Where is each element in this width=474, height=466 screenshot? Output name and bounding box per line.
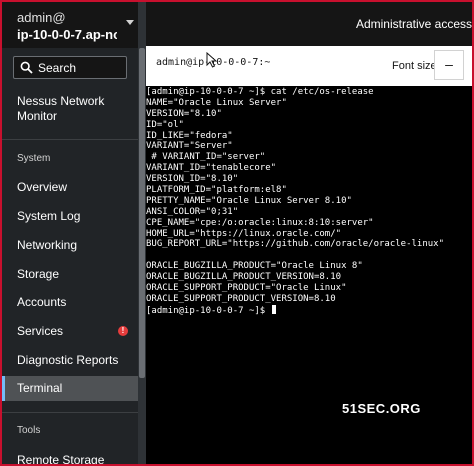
sidebar-item-nessus-network-monitor[interactable]: Nessus Network Monitor (2, 94, 112, 124)
sidebar: admin@ ip-10-0-0-7.ap-nort... Search Nes… (2, 2, 146, 464)
terminal-line: ANSI_COLOR="0;31" (146, 206, 239, 217)
search-placeholder: Search (38, 61, 77, 75)
font-decrease-button[interactable]: – (434, 50, 464, 80)
sidebar-item-terminal[interactable]: Terminal (2, 376, 138, 401)
mouse-pointer-icon (206, 52, 218, 68)
search-input[interactable]: Search (13, 56, 127, 79)
watermark: 51SEC.ORG (342, 401, 421, 416)
host-user: admin@ (17, 10, 66, 25)
terminal-line: PRETTY_NAME="Oracle Linux Server 8.10" (146, 195, 352, 206)
terminal-line: # VARIANT_ID="server" (146, 152, 266, 163)
chevron-down-icon[interactable] (126, 20, 134, 25)
section-tools: Tools (17, 425, 41, 436)
warning-badge-icon: ! (118, 326, 128, 336)
terminal-line: VARIANT_ID="tenablecore" (146, 163, 277, 174)
sidebar-divider (2, 139, 138, 140)
terminal-line: VARIANT="Server" (146, 141, 233, 152)
terminal-line: HOME_URL="https://linux.oracle.com/" (146, 228, 342, 239)
scrollbar-thumb[interactable] (139, 48, 145, 378)
host-switcher[interactable]: admin@ ip-10-0-0-7.ap-nort... (2, 2, 146, 48)
top-banner: Administrative access (146, 2, 472, 46)
sidebar-item-networking[interactable]: Networking (2, 238, 138, 252)
terminal-line: ORACLE_SUPPORT_PRODUCT="Oracle Linux" (146, 283, 347, 294)
terminal-line: ORACLE_BUGZILLA_PRODUCT="Oracle Linux 8" (146, 261, 363, 272)
terminal-line: ORACLE_BUGZILLA_PRODUCT_VERSION=8.10 (146, 272, 342, 283)
terminal-line: ORACLE_SUPPORT_PRODUCT_VERSION=8.10 (146, 293, 336, 304)
font-size-label: Font size (392, 60, 437, 72)
terminal-line: CPE_NAME="cpe:/o:oracle:linux:8:10:serve… (146, 217, 374, 228)
sidebar-item-diagnostic-reports[interactable]: Diagnostic Reports (2, 353, 138, 367)
sidebar-item-storage[interactable]: Storage (2, 267, 138, 281)
terminal-line: BUG_REPORT_URL="https://github.com/oracl… (146, 239, 445, 250)
administrative-access-toggle[interactable]: Administrative access (356, 17, 472, 31)
terminal-line: ID="ol" (146, 119, 184, 130)
terminal-screen[interactable]: [admin@ip-10-0-0-7 ~]$ cat /etc/os-relea… (146, 86, 472, 464)
terminal-line: NAME="Oracle Linux Server" (146, 97, 287, 108)
terminal-line: ID_LIKE="fedora" (146, 130, 233, 141)
terminal-cursor (271, 304, 276, 314)
host-name: ip-10-0-0-7.ap-nort... (17, 27, 117, 42)
sidebar-scrollbar[interactable] (138, 2, 146, 464)
terminal-line: VERSION="8.10" (146, 108, 222, 119)
terminal-line: VERSION_ID="8.10" (146, 174, 239, 185)
terminal-output: [admin@ip-10-0-0-7 ~]$ cat /etc/os-relea… (146, 87, 444, 316)
sidebar-item-accounts[interactable]: Accounts (2, 295, 138, 309)
section-system: System (17, 153, 51, 164)
terminal-line: [admin@ip-10-0-0-7 ~]$ cat /etc/os-relea… (146, 87, 374, 97)
search-icon (20, 61, 33, 74)
terminal-line: PLATFORM_ID="platform:el8" (146, 185, 287, 196)
sidebar-item-remote-storage[interactable]: Remote Storage (2, 453, 138, 464)
terminal-prompt: [admin@ip-10-0-0-7 ~]$ (146, 305, 271, 316)
sidebar-divider (2, 412, 138, 413)
terminal-prompt-line: [admin@ip-10-0-0-7 ~]$ (146, 304, 444, 316)
sidebar-item-overview[interactable]: Overview (2, 180, 138, 194)
sidebar-item-system-log[interactable]: System Log (2, 209, 138, 223)
terminal-header: admin@ip-10-0-0-7:~ Font size – (146, 46, 472, 86)
